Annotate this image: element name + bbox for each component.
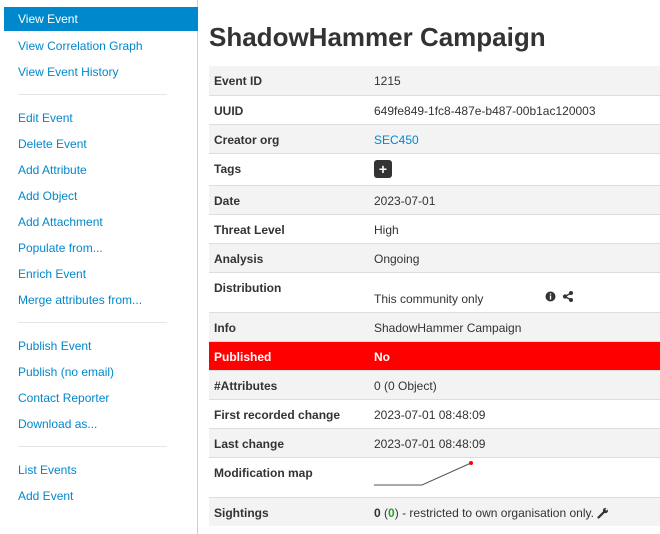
sidebar-divider (18, 322, 167, 323)
sidebar-item-view-event[interactable]: View Event (4, 7, 198, 31)
row-label: Analysis (209, 242, 369, 272)
row-label: Info (209, 311, 369, 341)
sightings-cell: 0 (0) - restricted to own organisation o… (369, 496, 660, 526)
table-row: Info ShadowHammer Campaign (209, 311, 660, 341)
sidebar-item-view-event-history[interactable]: View Event History (18, 64, 118, 80)
sidebar-item-add-event[interactable]: Add Event (18, 488, 73, 504)
tags-cell: + (369, 152, 660, 185)
row-label: Creator org (209, 123, 369, 153)
row-label: Published (209, 340, 369, 370)
attributes-count-value: 0 (0 Object) (369, 369, 660, 399)
sidebar-item-list-events[interactable]: List Events (18, 462, 77, 478)
creator-org-cell: SEC450 (369, 123, 660, 153)
page-title: ShadowHammer Campaign (209, 22, 546, 52)
sidebar-item-contact-reporter[interactable]: Contact Reporter (18, 390, 109, 406)
sightings-count: 0 (374, 505, 381, 520)
row-label: #Attributes (209, 369, 369, 399)
uuid-value: 649fe849-1fc8-487e-b487-00b1ac120003 (369, 94, 660, 124)
row-label: Last change (209, 427, 369, 457)
table-row: Last change 2023-07-01 08:48:09 (209, 427, 660, 457)
table-row: Creator org SEC450 (209, 123, 660, 153)
row-label: Tags (209, 152, 369, 185)
table-row: Date 2023-07-01 (209, 184, 660, 214)
table-row-published: Published No (209, 340, 660, 370)
sidebar-item-populate-from[interactable]: Populate from... (18, 240, 103, 256)
modification-map-cell (369, 456, 660, 497)
last-change-value: 2023-07-01 08:48:09 (369, 427, 660, 457)
sidebar-item-merge-attributes[interactable]: Merge attributes from... (18, 292, 142, 308)
table-row: Analysis Ongoing (209, 242, 660, 272)
row-label: Date (209, 184, 369, 214)
date-value: 2023-07-01 (369, 184, 660, 214)
sidebar-item-download-as[interactable]: Download as... (18, 416, 97, 432)
distribution-value: This community only (374, 291, 484, 306)
sidebar-item-delete-event[interactable]: Delete Event (18, 136, 87, 152)
table-row: First recorded change 2023-07-01 08:48:0… (209, 398, 660, 428)
event-details-table: Event ID 1215 UUID 649fe849-1fc8-487e-b4… (209, 66, 660, 526)
table-row: UUID 649fe849-1fc8-487e-b487-00b1ac12000… (209, 94, 660, 124)
sightings-positive-count: 0 (388, 505, 395, 520)
row-label: Threat Level (209, 213, 369, 243)
event-id-value: 1215 (369, 66, 660, 95)
sidebar: View Event View Correlation Graph View E… (0, 0, 198, 534)
row-label: Distribution (209, 271, 369, 312)
distribution-cell: This community only (369, 271, 660, 312)
table-row: Event ID 1215 (209, 66, 660, 95)
sidebar-item-edit-event[interactable]: Edit Event (18, 110, 73, 126)
info-icon[interactable] (545, 291, 556, 305)
table-row: Threat Level High (209, 213, 660, 243)
share-graph-icon[interactable] (562, 290, 574, 305)
modification-sparkline (374, 460, 473, 485)
sidebar-item-add-object[interactable]: Add Object (18, 188, 77, 204)
sidebar-item-add-attribute[interactable]: Add Attribute (18, 162, 87, 178)
table-row: #Attributes 0 (0 Object) (209, 369, 660, 399)
row-label: Sightings (209, 496, 369, 526)
table-row: Sightings 0 (0) - restricted to own orga… (209, 496, 660, 526)
table-row: Tags + (209, 152, 660, 185)
row-label: Event ID (209, 66, 369, 95)
first-change-value: 2023-07-01 08:48:09 (369, 398, 660, 428)
sidebar-item-enrich-event[interactable]: Enrich Event (18, 266, 86, 282)
sightings-note: - restricted to own organisation only. (402, 505, 594, 520)
sidebar-item-publish-event[interactable]: Publish Event (18, 338, 91, 354)
row-label: Modification map (209, 456, 369, 497)
table-row: Modification map (209, 456, 660, 497)
sidebar-divider (18, 94, 167, 95)
sidebar-item-view-correlation-graph[interactable]: View Correlation Graph (18, 38, 143, 54)
row-label: UUID (209, 94, 369, 124)
wrench-icon[interactable] (597, 507, 609, 522)
table-row: Distribution This community only (209, 271, 660, 312)
creator-org-link[interactable]: SEC450 (374, 133, 419, 147)
published-value: No (369, 340, 660, 370)
threat-level-value: High (369, 213, 660, 243)
sidebar-item-publish-no-email[interactable]: Publish (no email) (18, 364, 114, 380)
add-tag-button[interactable]: + (374, 159, 392, 178)
sidebar-divider (18, 446, 167, 447)
info-value: ShadowHammer Campaign (369, 311, 660, 341)
analysis-value: Ongoing (369, 242, 660, 272)
sidebar-item-add-attachment[interactable]: Add Attachment (18, 214, 103, 230)
row-label: First recorded change (209, 398, 369, 428)
